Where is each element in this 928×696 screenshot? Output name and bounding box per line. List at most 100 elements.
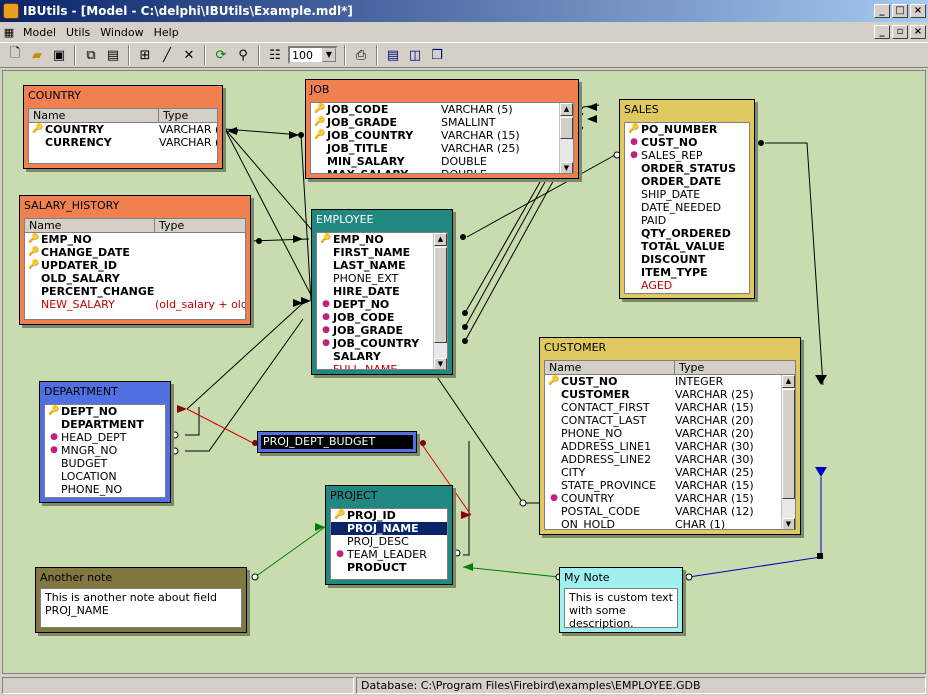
add-table-icon[interactable]: ⊞ [134, 44, 156, 66]
field-row[interactable]: ● CUST_NO [625, 136, 749, 149]
zoom-select[interactable]: 100 ▼ [288, 46, 338, 64]
scroll-thumb[interactable] [560, 117, 573, 139]
scrollbar[interactable]: ▲ ▼ [559, 103, 573, 173]
field-row[interactable]: JOB_TITLE VARCHAR (25) [311, 142, 573, 155]
field-row[interactable]: 🔑 JOB_CODE VARCHAR (5) [311, 103, 573, 116]
field-row[interactable]: ● COUNTRY VARCHAR (15) [545, 492, 795, 505]
field-row[interactable]: ADDRESS_LINE2 VARCHAR (30) [545, 453, 795, 466]
field-row[interactable]: BUDGET [45, 457, 165, 470]
field-row[interactable]: 🔑 UPDATER_ID [25, 259, 245, 272]
field-row[interactable]: ● HEAD_DEPT [45, 431, 165, 444]
menu-utils[interactable]: Utils [61, 26, 95, 39]
field-row[interactable]: PAID [625, 214, 749, 227]
field-row[interactable]: ● JOB_CODE [317, 311, 447, 324]
field-row[interactable]: MIN_SALARY DOUBLE [311, 155, 573, 168]
minimize-button[interactable]: _ [874, 4, 890, 18]
field-row[interactable]: ITEM_TYPE [625, 266, 749, 279]
field-row[interactable]: 🔑COUNTRY VARCHAR (1 [29, 123, 217, 136]
field-row[interactable]: ORDER_DATE [625, 175, 749, 188]
entity-department[interactable]: DEPARTMENT 🔑 DEPT_NO DEPARTMENT ● HEAD_DEPT ●… [39, 381, 171, 503]
entity-project[interactable]: PROJECT 🔑 PROJ_ID PROJ_NAME PROJ_DESC ● TEAM_… [325, 485, 453, 585]
scroll-down-icon[interactable]: ▼ [782, 518, 795, 529]
refresh-icon[interactable]: ⟳ [210, 44, 232, 66]
scrollbar[interactable]: ▲ ▼ [433, 233, 447, 369]
menu-help[interactable]: Help [149, 26, 184, 39]
scroll-up-icon[interactable]: ▲ [782, 375, 795, 388]
field-row[interactable]: PERCENT_CHANGE [25, 285, 245, 298]
entity-job[interactable]: JOB 🔑 JOB_CODE VARCHAR (5) 🔑 JOB_GRADE SMALLI… [305, 79, 579, 179]
delete-icon[interactable]: ✕ [178, 44, 200, 66]
entity-customer[interactable]: CUSTOMER Name Type 🔑 CUST_NO INTEGER CUSTOME… [539, 337, 801, 535]
scroll-down-icon[interactable]: ▼ [560, 162, 573, 173]
mdi-close-button[interactable]: × [910, 25, 926, 39]
mdi-restore-button[interactable]: ▫ [892, 25, 908, 39]
copy-icon[interactable]: ⧉ [80, 44, 102, 66]
scroll-thumb[interactable] [782, 389, 795, 499]
field-row[interactable]: DISCOUNT [625, 253, 749, 266]
field-row[interactable]: MAX_SALARYDOUBLE [311, 168, 573, 173]
entity-sales[interactable]: SALES 🔑 PO_NUMBER ● CUST_NO ● SALES_REP ORDER_… [619, 99, 755, 299]
field-row[interactable]: ON_HOLD CHAR (1) [545, 518, 795, 529]
field-row[interactable]: CONTACT_FIRST VARCHAR (15) [545, 401, 795, 414]
field-row[interactable]: ● DEPT_NO [317, 298, 447, 311]
field-row[interactable]: CUSTOMER VARCHAR (25) [545, 388, 795, 401]
scroll-up-icon[interactable]: ▲ [434, 233, 447, 246]
field-row[interactable]: SALARY [317, 350, 447, 363]
field-row[interactable]: CONTACT_LAST VARCHAR (20) [545, 414, 795, 427]
field-row[interactable]: 🔑 DEPT_NO [45, 405, 165, 418]
field-row[interactable]: 🔑 EMP_NO [317, 233, 447, 246]
field-row[interactable]: QTY_ORDERED [625, 227, 749, 240]
field-row[interactable]: AGED [625, 279, 749, 292]
maximize-button[interactable]: □ [892, 4, 908, 18]
entity-salary-history[interactable]: SALARY_HISTORY Name Type 🔑 EMP_NO 🔑 CHANGE_D… [19, 195, 251, 325]
field-row[interactable]: 🔑 CUST_NO INTEGER [545, 375, 795, 388]
field-row[interactable]: 🔑 CHANGE_DATE [25, 246, 245, 259]
close-button[interactable]: × [910, 4, 926, 18]
field-row[interactable]: CURRENCY VARCHAR (1 [29, 136, 217, 149]
scroll-up-icon[interactable]: ▲ [560, 103, 573, 116]
open-folder-icon[interactable]: ▰ [26, 44, 48, 66]
model-canvas[interactable]: COUNTRY NameType 🔑COUNTRYVARCHAR (1CURRE… [2, 70, 926, 674]
field-row[interactable]: 🔑 PO_NUMBER [625, 123, 749, 136]
field-row[interactable]: SHIP_DATE [625, 188, 749, 201]
scroll-thumb[interactable] [434, 247, 447, 343]
field-row[interactable]: FIRST_NAME [317, 246, 447, 259]
field-row[interactable]: HIRE_DATE [317, 285, 447, 298]
field-row[interactable]: PROJ_DESC [331, 535, 447, 548]
tile-vertical-icon[interactable]: ◫ [404, 44, 426, 66]
print-icon[interactable]: ⎙ [350, 44, 372, 66]
field-row[interactable]: PHONE_EXT [317, 272, 447, 285]
field-row[interactable]: LOCATION [45, 470, 165, 483]
field-row[interactable]: PHONE_NO [45, 483, 165, 496]
field-row[interactable]: ● MNGR_NO [45, 444, 165, 457]
field-row[interactable]: ADDRESS_LINE1 VARCHAR (30) [545, 440, 795, 453]
field-row[interactable]: ● JOB_COUNTRY [317, 337, 447, 350]
save-icon[interactable]: ▣ [48, 44, 70, 66]
find-icon[interactable]: ⚲ [232, 44, 254, 66]
field-row[interactable]: FULL_NAME [317, 363, 447, 369]
chevron-down-icon[interactable]: ▼ [322, 48, 336, 62]
field-row[interactable]: ● TEAM_LEADER [331, 548, 447, 561]
menu-model[interactable]: Model [18, 26, 61, 39]
mdi-minimize-button[interactable]: _ [874, 25, 890, 39]
paste-icon[interactable]: ▤ [102, 44, 124, 66]
field-row[interactable]: PRODUCT [331, 561, 447, 574]
field-row[interactable]: ORDER_STATUS [625, 162, 749, 175]
field-row[interactable]: LAST_NAME [317, 259, 447, 272]
field-row[interactable]: POSTAL_CODE VARCHAR (12) [545, 505, 795, 518]
entity-proj-dept-budget[interactable]: PROJ_DEPT_BUDGET [257, 431, 417, 453]
cascade-icon[interactable]: ❐ [426, 44, 448, 66]
field-row[interactable]: PHONE_NO VARCHAR (20) [545, 427, 795, 440]
new-icon[interactable]: 🗋 [4, 44, 26, 66]
field-row[interactable]: 🔑 JOB_GRADE SMALLINT [311, 116, 573, 129]
tile-horizontal-icon[interactable]: ▤ [382, 44, 404, 66]
link-icon[interactable]: ╱ [156, 44, 178, 66]
field-row[interactable]: ● SALES_REP [625, 149, 749, 162]
field-row[interactable]: 🔑 EMP_NO [25, 233, 245, 246]
entity-country[interactable]: COUNTRY NameType 🔑COUNTRYVARCHAR (1CURRE… [23, 85, 223, 169]
note-another[interactable]: Another note This is another note about … [35, 567, 247, 633]
scroll-down-icon[interactable]: ▼ [434, 358, 447, 369]
field-row[interactable]: DEPARTMENT [45, 418, 165, 431]
field-row[interactable]: DATE_NEEDED [625, 201, 749, 214]
field-row[interactable]: 🔑 JOB_COUNTRY VARCHAR (15) [311, 129, 573, 142]
